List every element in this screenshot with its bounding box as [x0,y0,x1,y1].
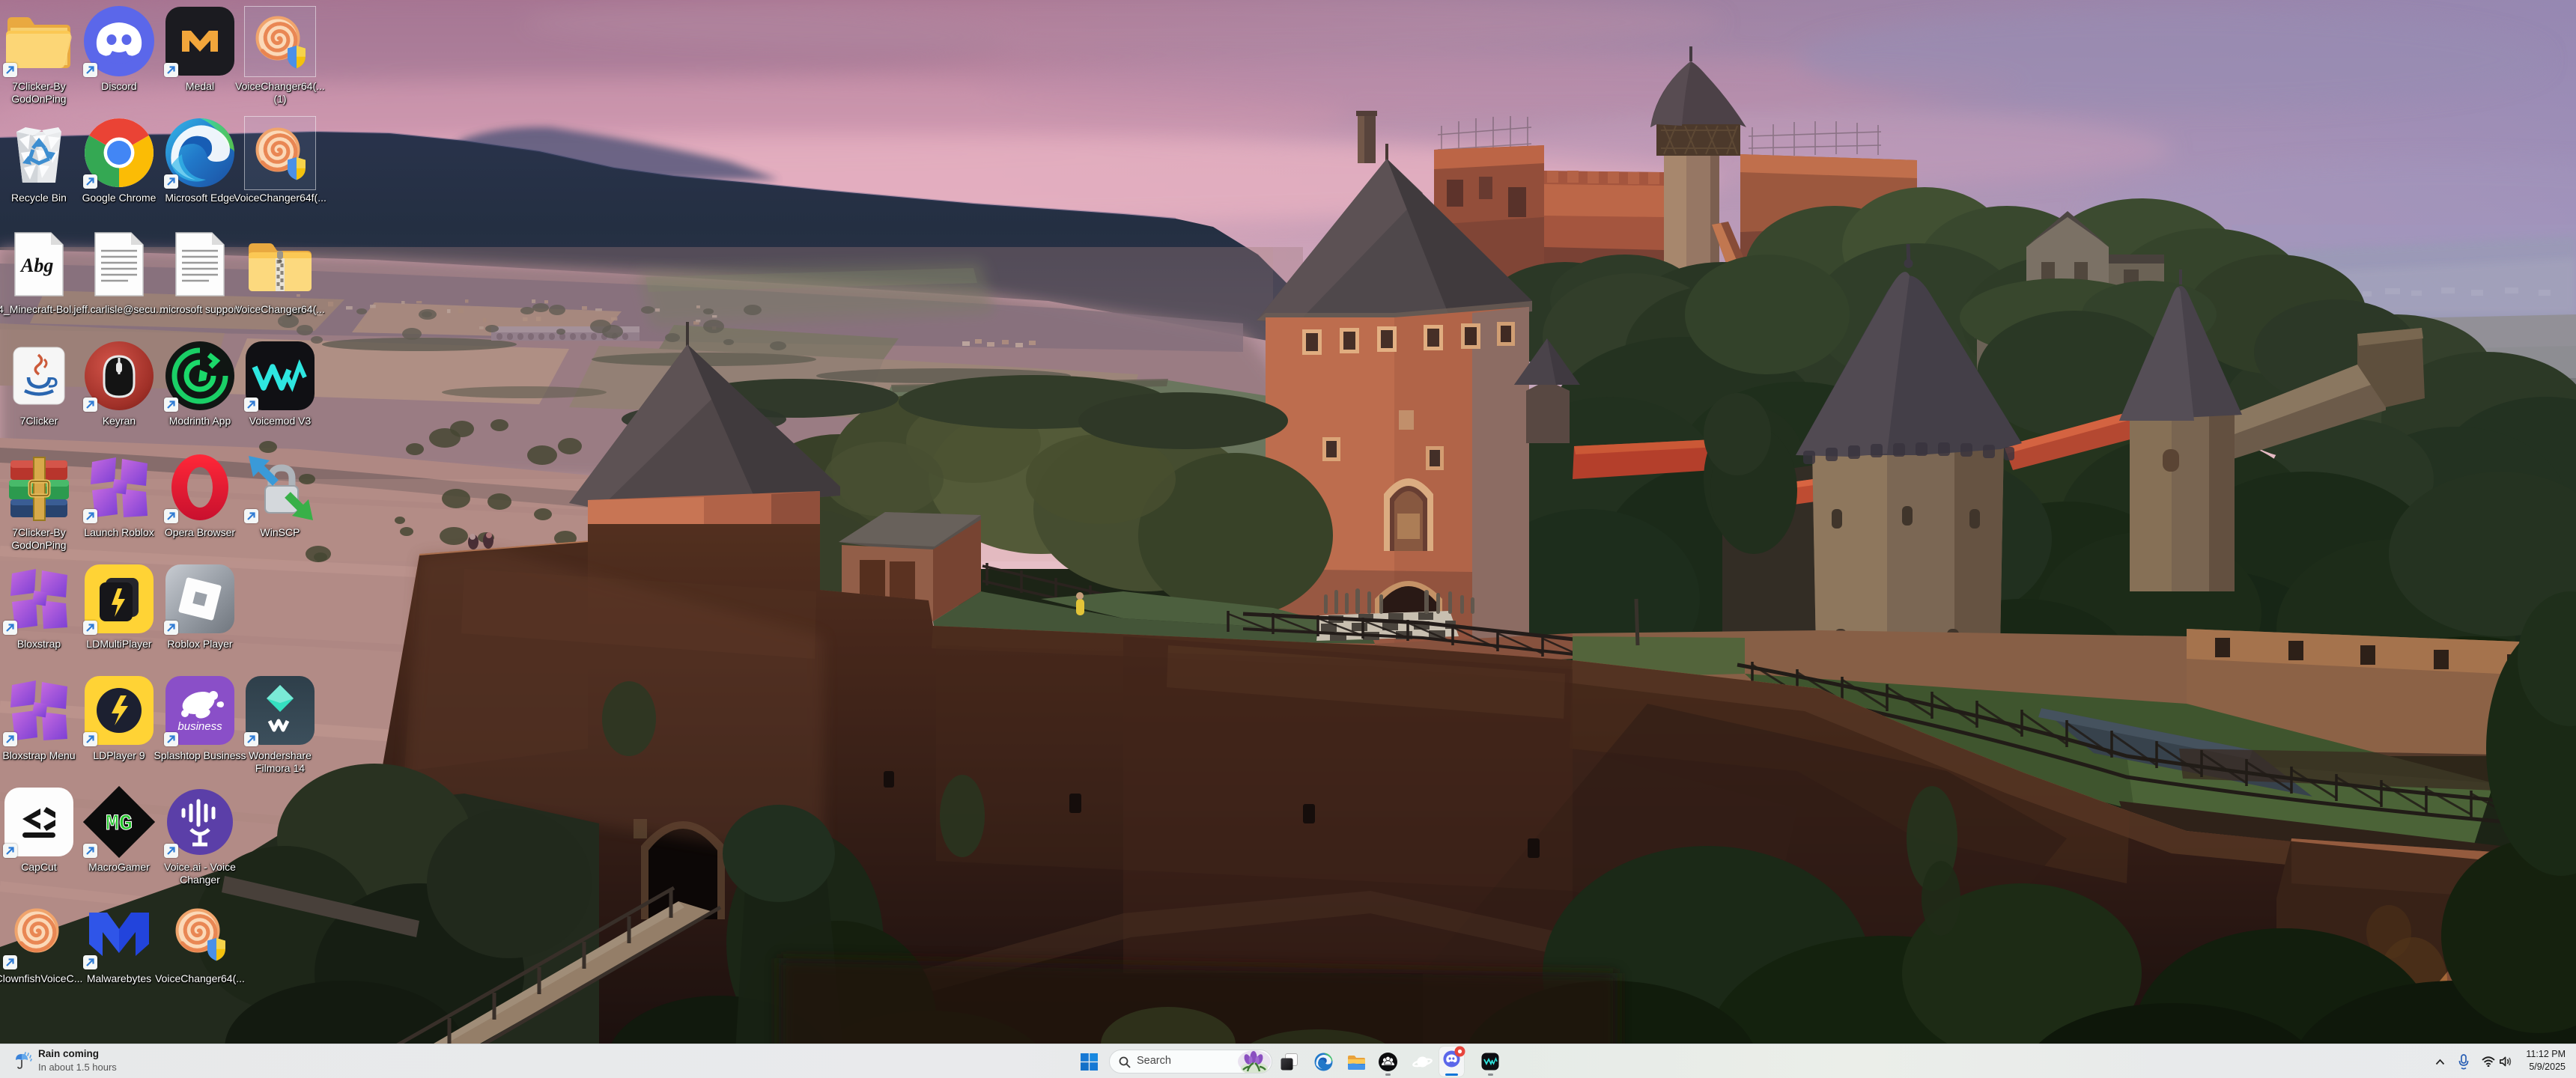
svg-text:MG: MG [106,811,133,837]
svg-text:Abg: Abg [19,255,53,276]
svg-text:business: business [177,720,222,733]
